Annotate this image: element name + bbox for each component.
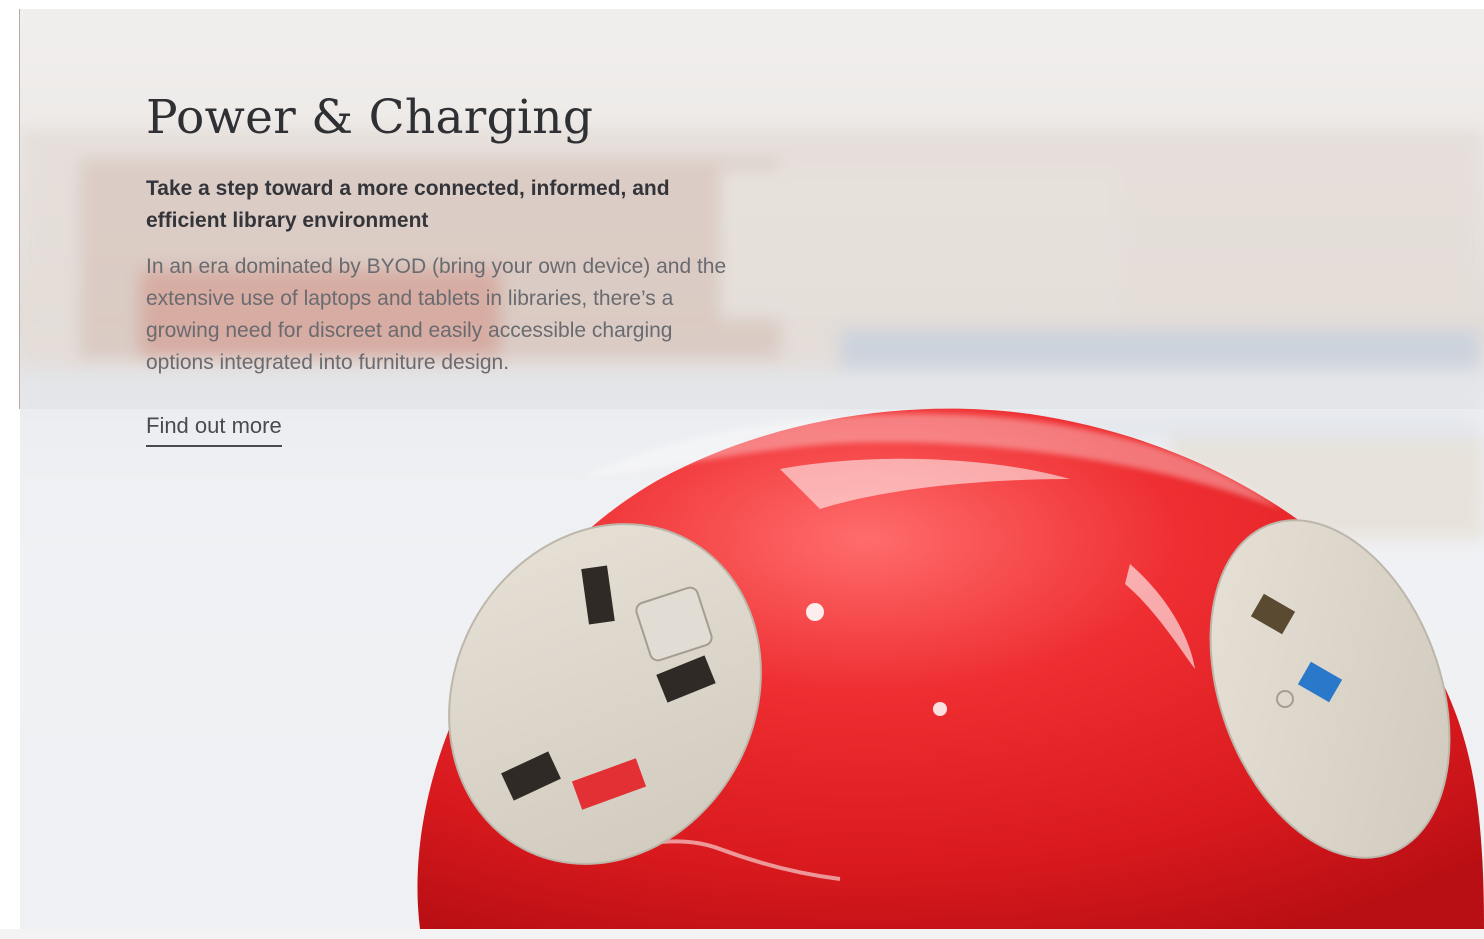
find-out-more-link[interactable]: Find out more bbox=[146, 413, 282, 447]
hero-copy: Power & Charging Take a step toward a mo… bbox=[146, 87, 766, 447]
bottom-edge bbox=[0, 929, 1484, 939]
section-body: In an era dominated by BYOD (bring your … bbox=[146, 255, 727, 374]
section-title: Power & Charging bbox=[146, 90, 594, 145]
section-subtitle: Take a step toward a more connected, inf… bbox=[146, 177, 670, 232]
power-charging-hero: Power & Charging Take a step toward a mo… bbox=[20, 9, 1484, 929]
